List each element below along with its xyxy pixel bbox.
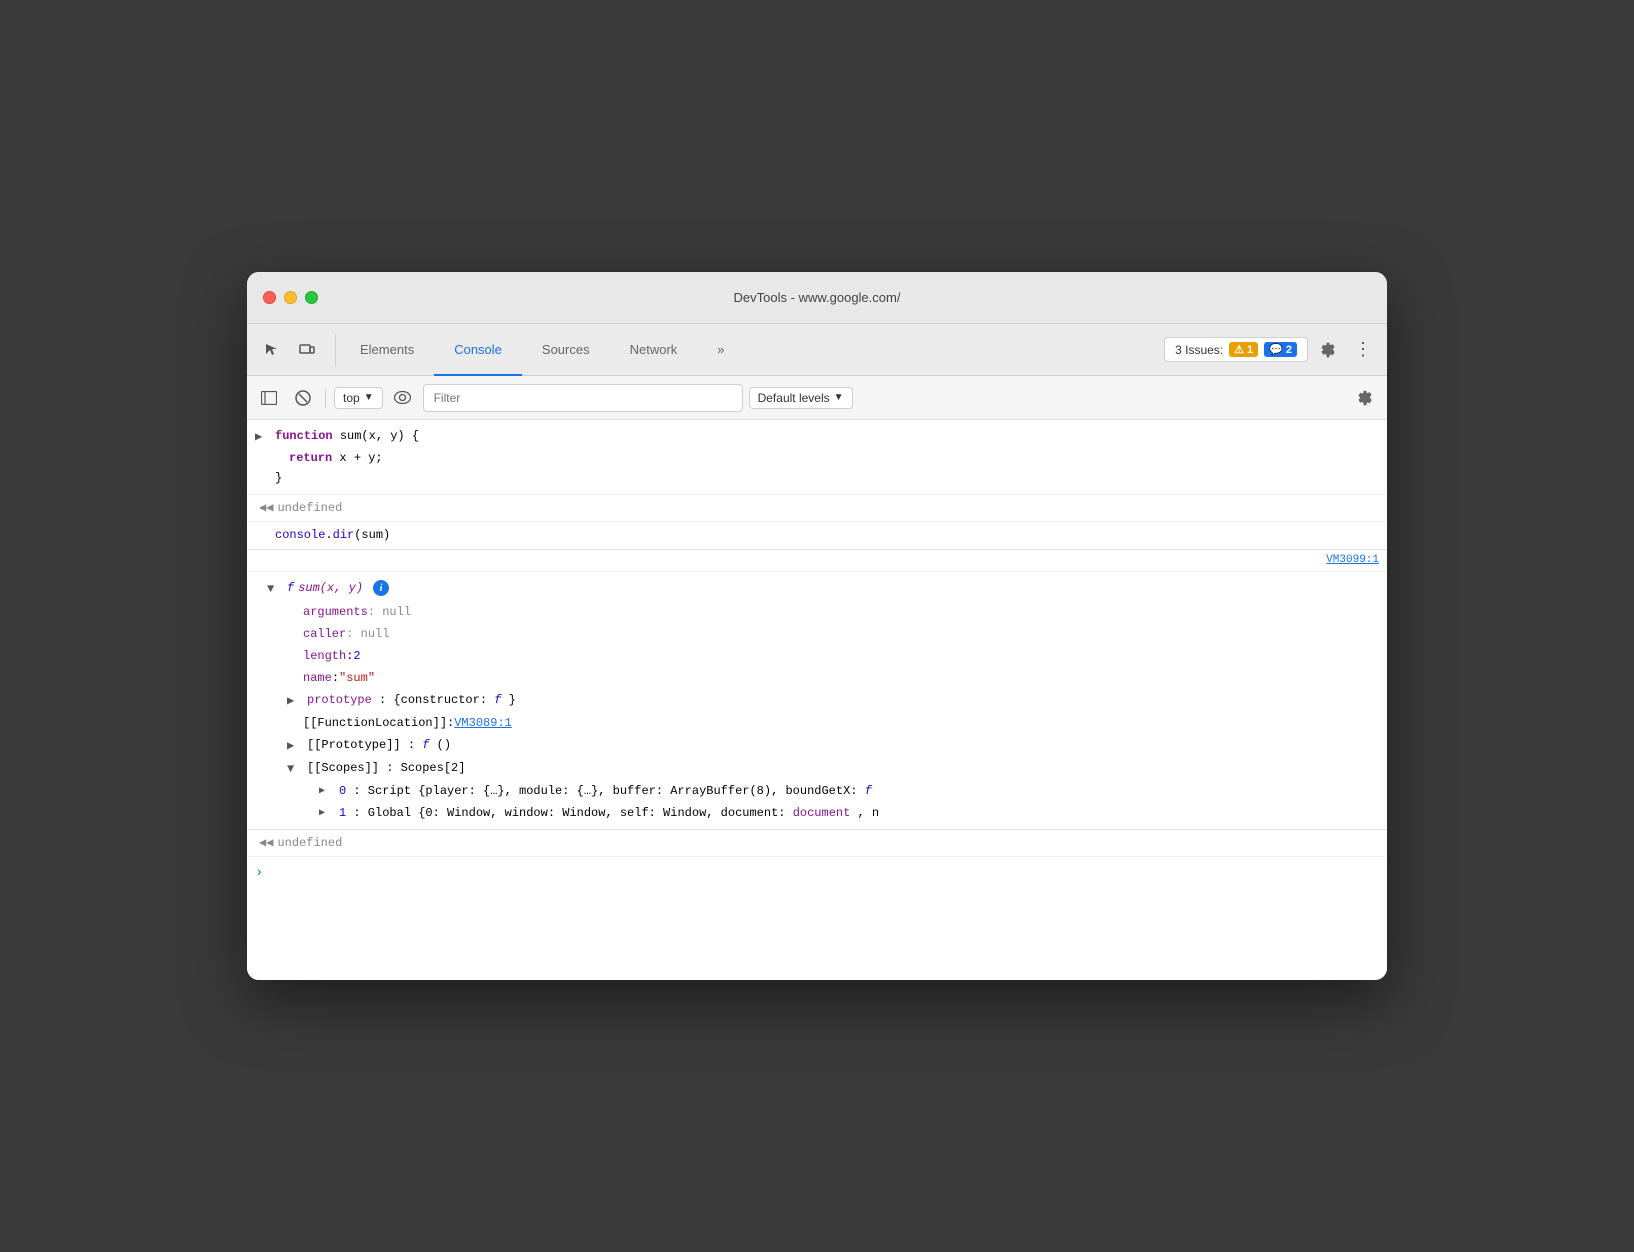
levels-label: Default levels xyxy=(758,391,830,405)
expand-scope-0[interactable]: ▶ xyxy=(319,783,335,799)
more-options-icon[interactable]: ⋮ xyxy=(1348,335,1379,364)
input-caret: › xyxy=(255,863,263,884)
eye-icon[interactable] xyxy=(389,384,417,412)
tab-network[interactable]: Network xyxy=(610,324,698,376)
console-settings-icon[interactable] xyxy=(1351,384,1379,412)
window-title: DevTools - www.google.com/ xyxy=(734,290,901,305)
titlebar: DevTools - www.google.com/ xyxy=(247,272,1387,324)
vm-link-2[interactable]: VM3089:1 xyxy=(454,714,512,732)
context-label: top xyxy=(343,391,360,405)
expand-prototype2[interactable]: ▶ xyxy=(287,736,303,755)
tabbar-left-icons xyxy=(255,334,336,366)
levels-chevron-icon: ▼ xyxy=(834,392,844,403)
undefined-value-2: undefined xyxy=(277,834,342,852)
context-selector[interactable]: top ▼ xyxy=(334,387,383,409)
output-arrow-2: ◀◀ xyxy=(255,834,273,852)
minimize-button[interactable] xyxy=(284,291,297,304)
devtools-window: DevTools - www.google.com/ Elements Cons… xyxy=(247,272,1387,980)
sidebar-toggle-icon[interactable] xyxy=(255,384,283,412)
expand-prototype[interactable]: ▶ xyxy=(287,691,303,710)
tab-console[interactable]: Console xyxy=(434,324,522,376)
log-levels-selector[interactable]: Default levels ▼ xyxy=(749,387,853,409)
expand-scope-1[interactable]: ▶ xyxy=(319,805,335,821)
console-input-row: › xyxy=(247,857,1387,890)
tab-elements[interactable]: Elements xyxy=(340,324,434,376)
info-icon[interactable]: i xyxy=(373,580,389,596)
tab-sources[interactable]: Sources xyxy=(522,324,610,376)
console-dir-output: ▼ f sum(x, y) i arguments : null caller … xyxy=(247,572,1387,830)
settings-icon[interactable] xyxy=(1312,334,1344,366)
tabbar: Elements Console Sources Network » 3 Iss… xyxy=(247,324,1387,376)
console-row-dir-call: ▶ console.dir(sum) xyxy=(247,522,1387,550)
console-toolbar: top ▼ Default levels ▼ xyxy=(247,376,1387,420)
issues-label: 3 Issues: xyxy=(1175,343,1223,357)
warn-badge: ⚠ 1 xyxy=(1229,342,1258,357)
toolbar-separator xyxy=(325,388,326,408)
console-output: ▶ function sum(x, y) { return x + y; } ◀… xyxy=(247,420,1387,980)
traffic-lights xyxy=(263,291,318,304)
issues-badge[interactable]: 3 Issues: ⚠ 1 💬 2 xyxy=(1164,337,1308,362)
chevron-down-icon: ▼ xyxy=(364,392,374,403)
tab-more[interactable]: » xyxy=(697,324,744,376)
clear-console-icon[interactable] xyxy=(289,384,317,412)
console-row-undefined-1: ◀◀ undefined xyxy=(247,495,1387,522)
console-row-undefined-2: ◀◀ undefined xyxy=(247,830,1387,857)
output-arrow-1: ◀◀ xyxy=(255,499,273,517)
maximize-button[interactable] xyxy=(305,291,318,304)
responsive-icon[interactable] xyxy=(291,334,323,366)
undefined-value-1: undefined xyxy=(277,499,342,517)
info-badge: 💬 2 xyxy=(1264,342,1297,357)
close-button[interactable] xyxy=(263,291,276,304)
filter-input[interactable] xyxy=(423,384,743,412)
collapse-arrow-fn-obj[interactable]: ▼ xyxy=(267,579,283,598)
keyword-function: function xyxy=(275,429,333,443)
chat-icon: 💬 xyxy=(1269,343,1283,356)
console-row-function-def: ▶ function sum(x, y) { return x + y; } xyxy=(247,420,1387,495)
tabbar-right: 3 Issues: ⚠ 1 💬 2 ⋮ xyxy=(1164,334,1379,366)
inspect-icon[interactable] xyxy=(255,334,287,366)
warn-icon: ⚠ xyxy=(1234,343,1244,356)
collapse-scopes[interactable]: ▼ xyxy=(287,759,303,778)
expand-arrow-fn[interactable]: ▶ xyxy=(255,427,271,446)
console-input[interactable] xyxy=(269,866,1379,880)
vm-link-1[interactable]: VM3099:1 xyxy=(1326,552,1387,569)
